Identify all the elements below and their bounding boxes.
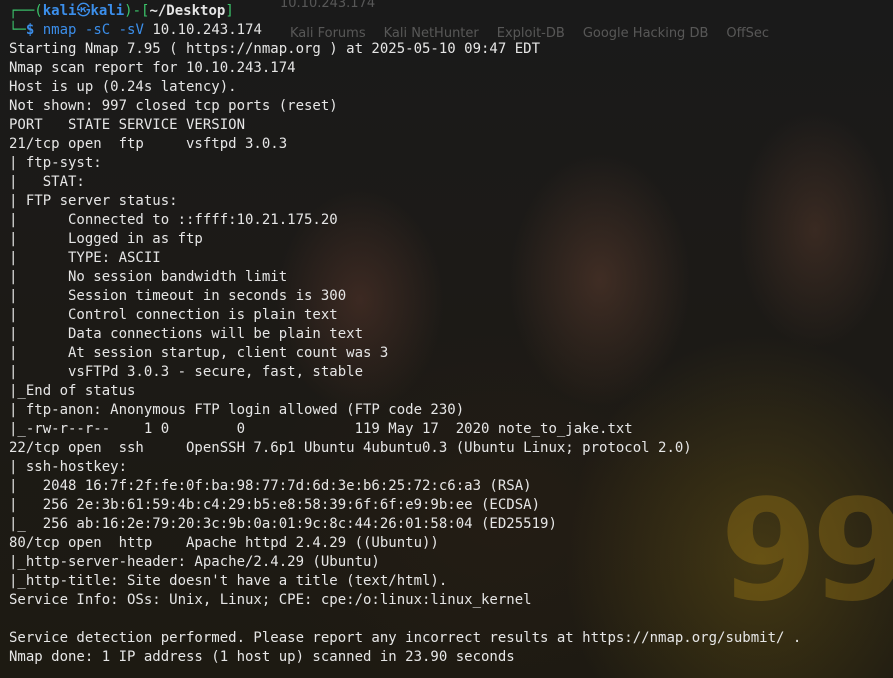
prompt-open: ┌──( [9, 3, 43, 19]
prompt-line-1: ┌──(kali㉿kali)-[~/Desktop] [9, 2, 893, 21]
prompt-corner: └─ [9, 22, 26, 38]
prompt-user: kali [42, 3, 77, 19]
prompt-line-2[interactable]: └─$ nmap -sC -sV 10.10.243.174 [9, 21, 893, 40]
output-line: 21/tcp open ftp vsftpd 3.0.3 [9, 136, 288, 152]
prompt-symbol: $ [25, 22, 35, 38]
output-line: | Logged in as ftp [9, 231, 203, 247]
output-line: | TYPE: ASCII [9, 250, 161, 266]
output-line: Nmap done: 1 IP address (1 host up) scan… [9, 649, 515, 665]
prompt-directory: ~/Desktop [149, 3, 226, 19]
command-target: 10.10.243.174 [152, 22, 262, 38]
output-line: | ssh-hostkey: [9, 459, 136, 475]
output-line: | 256 2e:3b:61:59:4b:c4:29:b5:e8:58:39:6… [9, 497, 541, 513]
output-line: Starting Nmap 7.95 ( https://nmap.org ) … [9, 41, 541, 57]
prompt-sep: )-[ [124, 3, 150, 19]
prompt-at-icon: ㉿ [76, 3, 91, 19]
output-line: |_ 256 ab:16:2e:79:20:3c:9b:0a:01:9c:8c:… [9, 516, 557, 532]
output-line: Service detection performed. Please repo… [9, 630, 802, 646]
output-line: | Control connection is plain text [9, 307, 338, 323]
output-line: | vsFTPd 3.0.3 - secure, fast, stable [9, 364, 364, 380]
output-line: |_-rw-r--r-- 1 0 0 119 May 17 2020 note_… [9, 421, 633, 437]
output-line: 22/tcp open ssh OpenSSH 7.6p1 Ubuntu 4ub… [9, 440, 692, 456]
output-line: PORT STATE SERVICE VERSION [9, 117, 246, 133]
command-output: Starting Nmap 7.95 ( https://nmap.org ) … [9, 40, 893, 667]
output-line: | At session startup, client count was 3 [9, 345, 389, 361]
terminal-content[interactable]: ┌──(kali㉿kali)-[~/Desktop] └─$ nmap -sC … [9, 0, 893, 667]
output-line: | No session bandwidth limit [9, 269, 288, 285]
output-line: | Session timeout in seconds is 300 [9, 288, 347, 304]
command-flags: -sC -sV [84, 22, 144, 38]
output-line: 80/tcp open http Apache httpd 2.4.29 ((U… [9, 535, 439, 551]
output-line: | 2048 16:7f:2f:fe:0f:ba:98:77:7d:6d:3e:… [9, 478, 532, 494]
output-line: Not shown: 997 closed tcp ports (reset) [9, 98, 338, 114]
output-line: Host is up (0.24s latency). [9, 79, 237, 95]
output-line: | Data connections will be plain text [9, 326, 364, 342]
output-line: |_End of status [9, 383, 136, 399]
output-line: Nmap scan report for 10.10.243.174 [9, 60, 296, 76]
prompt-host: kali [90, 3, 125, 19]
output-line: | STAT: [9, 174, 94, 190]
output-line: | FTP server status: [9, 193, 178, 209]
output-line: | ftp-syst: [9, 155, 111, 171]
output-line: |_http-title: Site doesn't have a title … [9, 573, 448, 589]
output-line: | ftp-anon: Anonymous FTP login allowed … [9, 402, 465, 418]
prompt-close: ] [225, 3, 234, 19]
output-line: | Connected to ::ffff:10.21.175.20 [9, 212, 338, 228]
output-line: |_http-server-header: Apache/2.4.29 (Ubu… [9, 554, 380, 570]
output-line: Service Info: OSs: Unix, Linux; CPE: cpe… [9, 592, 532, 608]
terminal-window[interactable]: 10.10.243.174 Kali Forums Kali NetHunter… [0, 0, 893, 678]
command-name: nmap [42, 22, 77, 38]
